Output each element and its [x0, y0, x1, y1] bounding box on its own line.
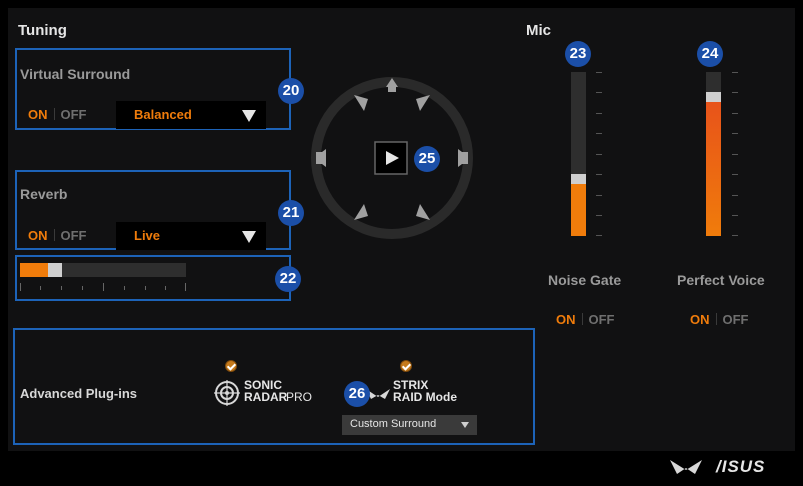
- sonic-radar-label[interactable]: SONIC RADAR: [244, 379, 287, 403]
- reverb-toggle[interactable]: ON OFF: [28, 228, 87, 243]
- perfect-voice-off[interactable]: OFF: [723, 312, 749, 327]
- callout-badge-21: 21: [278, 200, 304, 226]
- reverb-level-panel: [15, 255, 291, 301]
- rog-strix-logo-icon: [670, 460, 702, 474]
- reverb-label: Reverb: [20, 186, 68, 202]
- strix-raid-line2: RAID Mode: [393, 390, 457, 404]
- virtual-surround-on[interactable]: ON: [28, 107, 48, 122]
- surround-speaker-ring: [311, 77, 473, 239]
- speaker-front-right-icon[interactable]: [416, 95, 430, 111]
- tuning-title: Tuning: [18, 22, 67, 39]
- strix-raid-dropdown[interactable]: Custom Surround: [342, 415, 477, 435]
- perfect-voice-on[interactable]: ON: [690, 312, 710, 327]
- mic-input-meter: [571, 72, 586, 236]
- sonic-radar-line2: RADAR: [244, 390, 288, 404]
- advanced-plugins-panel: Advanced Plug-ins SONIC RADAR PRO STRIX: [13, 328, 535, 445]
- perfect-voice-label: Perfect Voice: [677, 272, 765, 288]
- reverb-level-fill: [20, 263, 48, 277]
- noise-gate-off[interactable]: OFF: [589, 312, 615, 327]
- mic-output-ticks: [732, 72, 739, 236]
- callout-badge-20: 20: [278, 78, 304, 104]
- reverb-selected: Live: [134, 228, 161, 243]
- speaker-rear-right-icon[interactable]: [416, 204, 430, 220]
- mic-input-marker[interactable]: [571, 174, 586, 184]
- strix-raid-label[interactable]: STRIX RAID Mode: [393, 379, 457, 403]
- sonic-radar-icon: [214, 380, 240, 406]
- noise-gate-toggle[interactable]: ON OFF: [556, 312, 615, 327]
- chevron-down-icon: [242, 110, 256, 122]
- virtual-surround-panel: Virtual Surround ON OFF Balanced: [15, 48, 291, 130]
- mic-output-marker[interactable]: [706, 92, 721, 102]
- reverb-panel: Reverb ON OFF Live: [15, 170, 291, 250]
- callout-badge-22: 22: [275, 266, 301, 292]
- settings-panel: Tuning Virtual Surround ON OFF Balanced 2…: [8, 8, 795, 451]
- virtual-surround-off[interactable]: OFF: [61, 107, 87, 122]
- virtual-surround-label: Virtual Surround: [20, 66, 131, 82]
- reverb-level-knob[interactable]: [48, 263, 62, 277]
- mic-input-ticks: [596, 72, 603, 236]
- strix-raid-selected: Custom Surround: [350, 418, 437, 430]
- reverb-on[interactable]: ON: [28, 228, 48, 243]
- virtual-surround-dropdown[interactable]: Balanced: [116, 101, 266, 129]
- callout-badge-25: 25: [414, 146, 440, 172]
- noise-gate-on[interactable]: ON: [556, 312, 576, 327]
- strix-raid-checkbox[interactable]: [400, 360, 412, 372]
- chevron-down-icon: [242, 231, 256, 243]
- sonic-radar-checkbox[interactable]: [225, 360, 237, 372]
- speaker-rear-left-icon[interactable]: [354, 204, 368, 220]
- mic-output-level: [706, 102, 721, 236]
- reverb-dropdown[interactable]: Live: [116, 222, 266, 250]
- app-window: Tuning Virtual Surround ON OFF Balanced 2…: [0, 0, 803, 486]
- advanced-plugins-label: Advanced Plug-ins: [20, 386, 138, 401]
- reverb-level-slider[interactable]: [20, 263, 186, 277]
- mic-input-level: [571, 184, 586, 236]
- callout-badge-24: 24: [697, 41, 723, 67]
- mic-title: Mic: [526, 22, 552, 39]
- reverb-off[interactable]: OFF: [61, 228, 87, 243]
- perfect-voice-toggle[interactable]: ON OFF: [690, 312, 749, 327]
- mic-output-meter: [706, 72, 721, 236]
- callout-badge-26: 26: [344, 381, 370, 407]
- reverb-level-ticks: [20, 283, 186, 291]
- speaker-front-left-icon[interactable]: [354, 95, 368, 111]
- callout-badge-23: 23: [565, 41, 591, 67]
- virtual-surround-toggle[interactable]: ON OFF: [28, 107, 87, 122]
- noise-gate-label: Noise Gate: [548, 272, 622, 288]
- chevron-down-icon: [461, 422, 469, 428]
- sonic-radar-pro-label: PRO: [286, 390, 313, 404]
- virtual-surround-selected: Balanced: [134, 107, 192, 122]
- asus-logo: /ISUS: [716, 457, 766, 476]
